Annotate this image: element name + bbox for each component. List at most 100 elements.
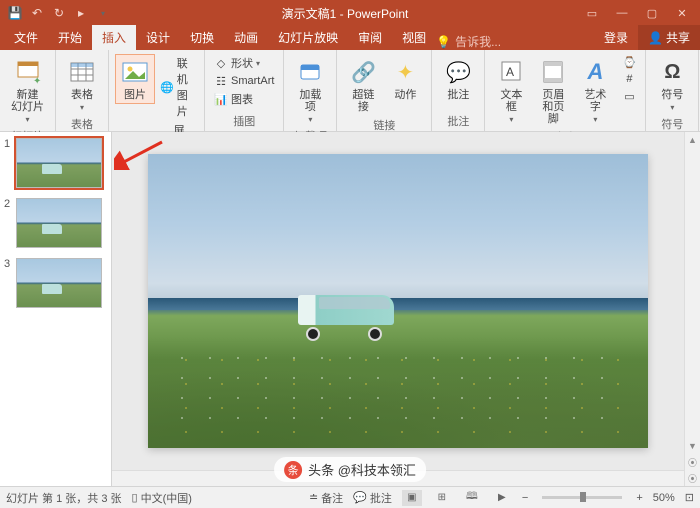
quick-access-toolbar: 💾 ↶ ↻ ▸ ▾ <box>0 4 112 22</box>
hyperlink-label: 超链接 <box>348 89 378 113</box>
textbox-button[interactable]: A 文本框 ▾ <box>491 54 531 127</box>
slide-thumbnail-pane[interactable]: 1 2 3 <box>0 132 112 486</box>
action-label: 动作 <box>394 89 416 101</box>
chart-button[interactable]: 📊 图表 <box>211 90 277 108</box>
language-label: 中文(中国) <box>141 490 192 506</box>
group-comments: 💬 批注 批注 <box>432 50 485 131</box>
thumbnail-3[interactable] <box>16 258 102 308</box>
group-links: 🔗 超链接 ✦ 动作 链接 <box>337 50 432 131</box>
hyperlink-icon: 🔗 <box>348 57 378 87</box>
login-button[interactable]: 登录 <box>594 25 638 50</box>
redo-icon[interactable]: ↻ <box>50 4 68 22</box>
group-symbols: Ω 符号 ▾ 符号 <box>646 50 699 131</box>
header-footer-button[interactable]: 页眉和页脚 <box>533 54 573 128</box>
addins-icon <box>295 57 325 87</box>
group-slides: ✦ 新建 幻灯片 ▾ 幻灯片 <box>0 50 56 131</box>
shapes-icon: ◇ <box>214 56 228 70</box>
scroll-up-icon[interactable]: ▲ <box>685 132 700 148</box>
text-more-3[interactable]: ▭ <box>619 88 639 104</box>
online-pictures-label: 联机图片 <box>177 55 195 119</box>
zoom-level[interactable]: 50% <box>653 492 675 504</box>
normal-view-button[interactable]: ▣ <box>402 490 422 506</box>
tab-slideshow[interactable]: 幻灯片放映 <box>268 25 348 50</box>
status-bar: 幻灯片 第 1 张，共 3 张 ▯ 中文(中国) ≐ 备注 💬 批注 ▣ ⊞ 🕮… <box>0 486 700 508</box>
group-addins: 加载 项 ▾ 加载项 <box>284 50 337 131</box>
save-icon[interactable]: 💾 <box>6 4 24 22</box>
comment-icon: 💬 <box>443 57 473 87</box>
watermark: 条 头条 @科技本领汇 <box>274 457 426 482</box>
tab-view[interactable]: 视图 <box>392 25 436 50</box>
comment-button[interactable]: 💬 批注 <box>438 54 478 104</box>
hyperlink-button[interactable]: 🔗 超链接 <box>343 54 383 116</box>
svg-text:A: A <box>506 65 514 79</box>
minimize-button[interactable]: — <box>608 2 636 24</box>
tell-me[interactable]: 💡 告诉我... <box>436 33 511 50</box>
tab-insert[interactable]: 插入 <box>92 25 136 50</box>
table-label: 表格 <box>71 89 93 101</box>
text-more-2[interactable]: # <box>619 71 639 87</box>
online-pictures-button[interactable]: 🌐 联机图片 <box>157 54 198 120</box>
text-more-1[interactable]: ⌚ <box>619 54 639 70</box>
tab-review[interactable]: 审阅 <box>348 25 392 50</box>
thumbnail-item[interactable]: 2 <box>4 198 107 248</box>
tab-file[interactable]: 文件 <box>4 25 48 50</box>
notes-button[interactable]: ≐ 备注 <box>309 490 343 506</box>
window-controls: ▭ — ▢ ✕ <box>578 2 700 24</box>
share-button[interactable]: 👤 共享 <box>638 25 700 50</box>
ribbon-display-options-icon[interactable]: ▭ <box>578 2 606 24</box>
shapes-button[interactable]: ◇ 形状 ▾ <box>211 54 277 72</box>
group-tables: 表格 ▾ 表格 <box>56 50 109 131</box>
prev-slide-icon[interactable]: ⦿ <box>685 454 700 470</box>
chevron-down-icon: ▾ <box>509 115 513 124</box>
share-icon: 👤 <box>648 31 663 45</box>
group-illustrations: ◇ 形状 ▾ ☷ SmartArt 📊 图表 插图 <box>205 50 284 131</box>
ribbon: ✦ 新建 幻灯片 ▾ 幻灯片 表格 ▾ 表格 <box>0 50 700 132</box>
next-slide-icon[interactable]: ⦿ <box>685 470 700 486</box>
thumbnail-1[interactable] <box>16 138 102 188</box>
scroll-down-icon[interactable]: ▼ <box>685 438 700 454</box>
sorter-view-button[interactable]: ⊞ <box>432 490 452 506</box>
close-button[interactable]: ✕ <box>668 2 696 24</box>
new-slide-button[interactable]: ✦ 新建 幻灯片 ▾ <box>6 54 49 127</box>
group-links-label: 链接 <box>373 116 395 133</box>
chevron-down-icon: ▾ <box>80 103 84 112</box>
zoom-slider[interactable] <box>542 496 622 499</box>
current-slide[interactable] <box>148 154 648 448</box>
table-button[interactable]: 表格 ▾ <box>62 54 102 115</box>
zoom-out-button[interactable]: − <box>522 492 528 504</box>
picture-label: 图片 <box>124 89 146 101</box>
thumbnail-number: 1 <box>4 138 12 188</box>
thumbnail-item[interactable]: 1 <box>4 138 107 188</box>
comments-toggle[interactable]: 💬 批注 <box>353 490 392 506</box>
zoom-slider-thumb[interactable] <box>580 492 586 502</box>
reading-view-button[interactable]: 🕮 <box>462 490 482 506</box>
wordart-button[interactable]: A 艺术字 ▾ <box>575 54 615 127</box>
addins-button[interactable]: 加载 项 ▾ <box>290 54 330 127</box>
tab-home[interactable]: 开始 <box>48 25 92 50</box>
tab-animations[interactable]: 动画 <box>224 25 268 50</box>
tab-design[interactable]: 设计 <box>136 25 180 50</box>
start-slideshow-icon[interactable]: ▸ <box>72 4 90 22</box>
maximize-button[interactable]: ▢ <box>638 2 666 24</box>
slide-counter[interactable]: 幻灯片 第 1 张，共 3 张 <box>6 490 122 506</box>
symbol-button[interactable]: Ω 符号 ▾ <box>652 54 692 115</box>
slide-editor[interactable]: ▲ ▼ ⦿ ⦿ <box>112 132 700 486</box>
action-button[interactable]: ✦ 动作 <box>385 54 425 104</box>
thumbnail-2[interactable] <box>16 198 102 248</box>
zoom-in-button[interactable]: + <box>636 492 642 504</box>
slide-number-icon: # <box>622 72 636 86</box>
fit-to-window-button[interactable]: ⊡ <box>685 491 694 504</box>
symbol-icon: Ω <box>657 57 687 87</box>
action-icon: ✦ <box>390 57 420 87</box>
vertical-scrollbar[interactable]: ▲ ▼ ⦿ ⦿ <box>684 132 700 486</box>
language-indicator[interactable]: ▯ 中文(中国) <box>132 490 192 506</box>
undo-icon[interactable]: ↶ <box>28 4 46 22</box>
thumbnail-item[interactable]: 3 <box>4 258 107 308</box>
slideshow-view-button[interactable]: ▶ <box>492 490 512 506</box>
slide-image-van <box>298 295 394 337</box>
qat-more-icon[interactable]: ▾ <box>94 4 112 22</box>
picture-button[interactable]: 图片 <box>115 54 155 104</box>
tab-transitions[interactable]: 切换 <box>180 25 224 50</box>
smartart-button[interactable]: ☷ SmartArt <box>211 73 277 89</box>
header-footer-icon <box>538 57 568 87</box>
